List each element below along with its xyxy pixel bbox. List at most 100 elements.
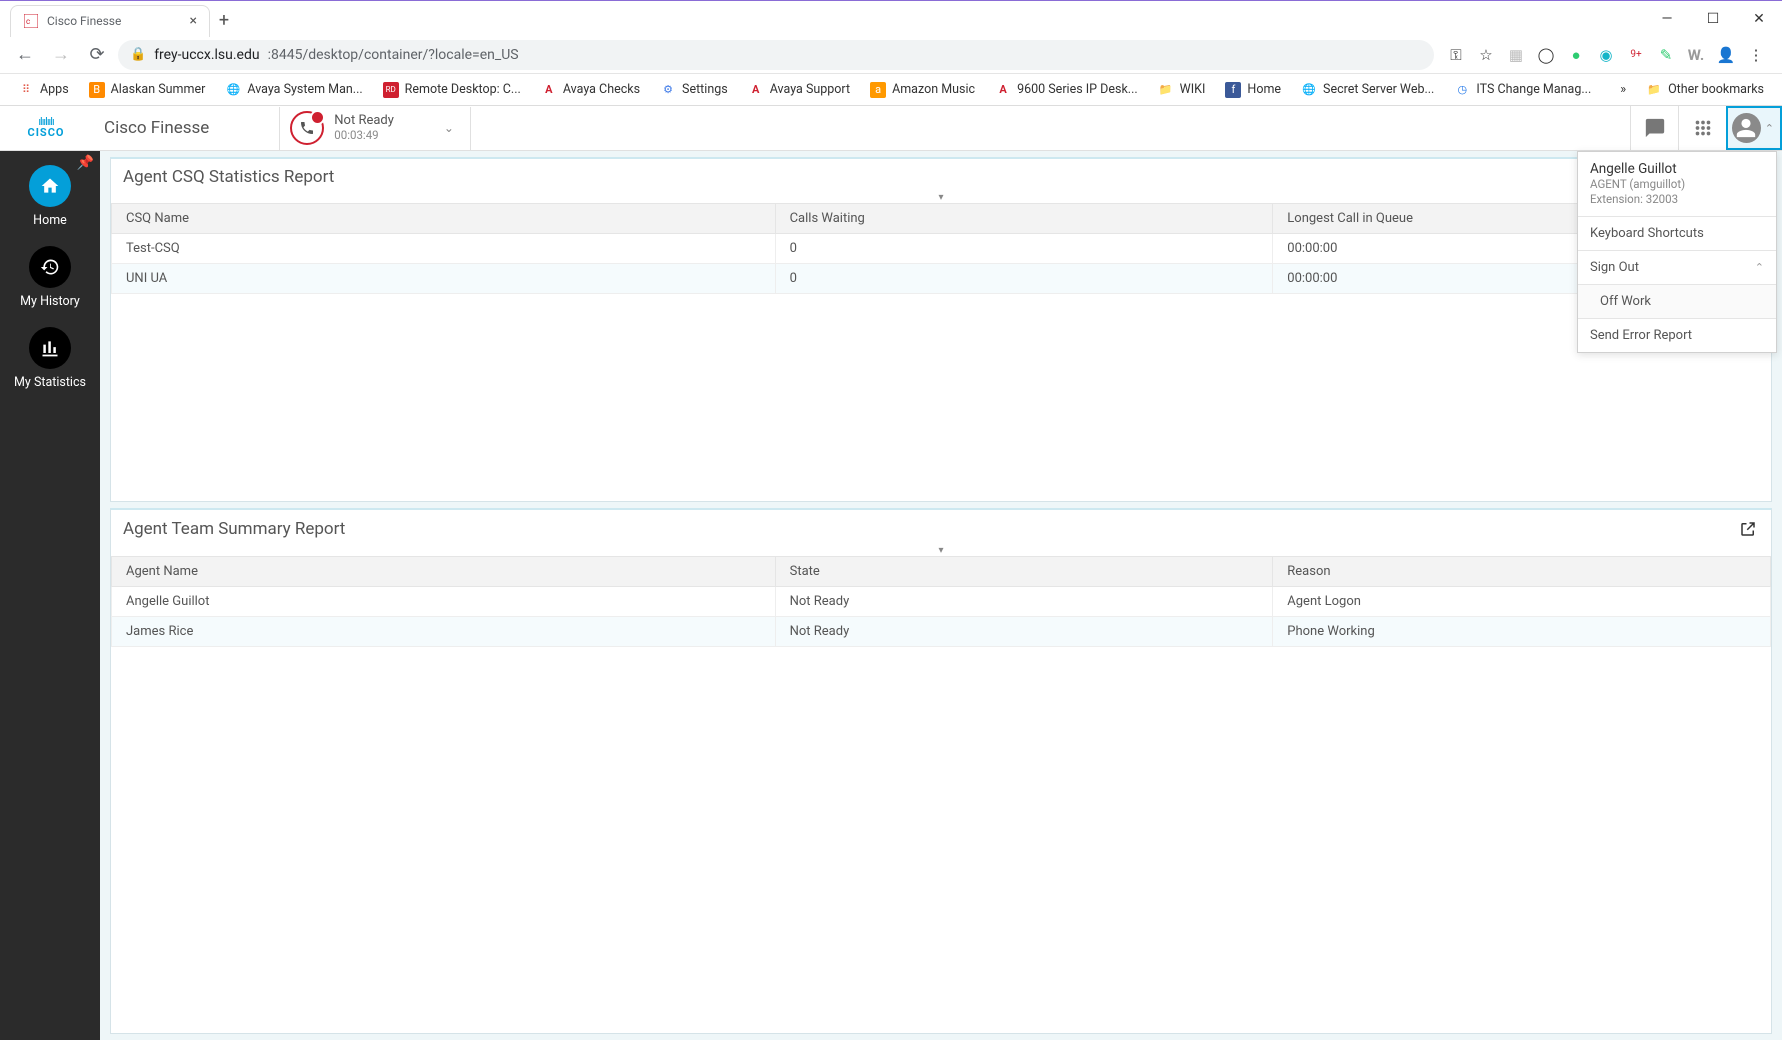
- sidebar-item-history[interactable]: My History: [20, 246, 80, 309]
- svg-text:c: c: [26, 17, 30, 26]
- apps-button[interactable]: ⠿Apps: [10, 77, 77, 103]
- star-icon[interactable]: ☆: [1476, 45, 1496, 65]
- browser-tab[interactable]: c Cisco Finesse ×: [10, 5, 210, 37]
- chat-button[interactable]: [1630, 106, 1678, 150]
- bookmark-icon: A: [995, 82, 1011, 98]
- col-csq-name[interactable]: CSQ Name: [112, 204, 776, 234]
- bookmark-icon: RD: [383, 82, 399, 98]
- dialpad-button[interactable]: [1678, 106, 1726, 150]
- cell: Angelle Guillot: [112, 587, 776, 617]
- csq-table: CSQ Name Calls Waiting Longest Call in Q…: [111, 203, 1771, 294]
- url-path: :8445/desktop/container/?locale=en_US: [268, 47, 519, 63]
- bookmark-item[interactable]: BAlaskan Summer: [81, 77, 214, 103]
- ext-icon-6[interactable]: ✎: [1656, 45, 1676, 65]
- lock-icon: 🔒: [130, 47, 146, 62]
- dropdown-keyboard-shortcuts[interactable]: Keyboard Shortcuts: [1578, 217, 1776, 251]
- cell: 0: [775, 264, 1273, 294]
- cell: UNI UA: [112, 264, 776, 294]
- profile-icon[interactable]: 👤: [1716, 45, 1736, 65]
- folder-icon: 📁: [1646, 82, 1662, 98]
- cisco-logo: ılıılıılı CISCO: [0, 118, 80, 139]
- collapse-handle[interactable]: ▾: [111, 191, 1771, 203]
- user-menu-button[interactable]: ⌃: [1726, 106, 1782, 150]
- table-row: UNI UA 0 00:00:00: [112, 264, 1771, 294]
- forward-button[interactable]: →: [46, 40, 76, 70]
- url-host: frey-uccx.lsu.edu: [154, 47, 259, 63]
- statistics-icon: [29, 327, 71, 369]
- avatar-icon: [1732, 113, 1761, 143]
- col-agent-name[interactable]: Agent Name: [112, 557, 776, 587]
- col-reason[interactable]: Reason: [1273, 557, 1771, 587]
- collapse-handle[interactable]: ▾: [111, 544, 1771, 556]
- team-summary-panel: Agent Team Summary Report ▾ Agent Name S…: [110, 508, 1772, 1034]
- minimize-button[interactable]: —: [1644, 1, 1690, 37]
- dropdown-off-work[interactable]: Off Work: [1578, 285, 1776, 319]
- cell: Not Ready: [775, 617, 1273, 647]
- bookmark-overflow[interactable]: »: [1612, 77, 1634, 103]
- chevron-down-icon: ⌄: [444, 121, 454, 135]
- dropdown-sign-out[interactable]: Sign Out⌃: [1578, 251, 1776, 285]
- reload-button[interactable]: ⟳: [82, 40, 112, 70]
- table-row: James Rice Not Ready Phone Working: [112, 617, 1771, 647]
- bookmarks-bar: ⠿Apps BAlaskan Summer 🌐Avaya System Man.…: [0, 74, 1782, 106]
- bookmark-item[interactable]: AAvaya Checks: [533, 77, 648, 103]
- bookmark-icon: a: [870, 82, 886, 98]
- user-extension: Extension: 32003: [1590, 192, 1764, 207]
- close-window-button[interactable]: ✕: [1736, 1, 1782, 37]
- panel-title: Agent Team Summary Report: [123, 519, 345, 539]
- bookmark-item[interactable]: A9600 Series IP Desk...: [987, 77, 1146, 103]
- agent-state-label: Not Ready: [334, 113, 394, 128]
- chevron-right-icon: »: [1620, 82, 1626, 97]
- ext-icon-4[interactable]: ◉: [1596, 45, 1616, 65]
- key-icon[interactable]: ⚿: [1446, 45, 1466, 65]
- agent-state-timer: 00:03:49: [334, 128, 394, 143]
- ext-icon-7[interactable]: W.: [1686, 45, 1706, 65]
- cell: James Rice: [112, 617, 776, 647]
- sidebar-item-home[interactable]: Home: [29, 165, 71, 228]
- user-role: AGENT (amguillot): [1590, 177, 1764, 192]
- new-tab-button[interactable]: +: [210, 7, 238, 35]
- bookmark-item[interactable]: RDRemote Desktop: C...: [375, 77, 529, 103]
- bookmark-icon: A: [748, 82, 764, 98]
- pin-icon[interactable]: 📌: [77, 155, 94, 171]
- table-row: Test-CSQ 0 00:00:00: [112, 234, 1771, 264]
- col-calls-waiting[interactable]: Calls Waiting: [775, 204, 1273, 234]
- cell: Agent Logon: [1273, 587, 1771, 617]
- table-row: Angelle Guillot Not Ready Agent Logon: [112, 587, 1771, 617]
- address-bar[interactable]: 🔒 frey-uccx.lsu.edu :8445/desktop/contain…: [118, 40, 1434, 70]
- bookmark-item[interactable]: ◷ITS Change Manag...: [1446, 77, 1599, 103]
- user-dropdown: Angelle Guillot AGENT (amguillot) Extens…: [1577, 151, 1777, 353]
- bookmark-icon: f: [1225, 82, 1241, 98]
- bookmark-item[interactable]: 🌐Avaya System Man...: [217, 77, 370, 103]
- window-controls: — ☐ ✕: [1644, 1, 1782, 37]
- globe-icon: 🌐: [225, 82, 241, 98]
- bookmark-item[interactable]: aAmazon Music: [862, 77, 983, 103]
- bookmark-item[interactable]: 📁WIKI: [1150, 77, 1214, 103]
- ext-icon-1[interactable]: ▦: [1506, 45, 1526, 65]
- sidebar-item-label: My History: [20, 294, 80, 309]
- user-name: Angelle Guillot: [1590, 161, 1764, 177]
- maximize-button[interactable]: ☐: [1690, 1, 1736, 37]
- bookmark-icon: ◷: [1454, 82, 1470, 98]
- popout-button[interactable]: [1737, 518, 1759, 540]
- chevron-up-icon: ⌃: [1755, 261, 1764, 274]
- sidebar-item-statistics[interactable]: My Statistics: [14, 327, 86, 390]
- bookmark-item[interactable]: ⚙Settings: [652, 77, 736, 103]
- app-title: Cisco Finesse: [80, 118, 279, 138]
- col-state[interactable]: State: [775, 557, 1273, 587]
- dropdown-send-error-report[interactable]: Send Error Report: [1578, 319, 1776, 352]
- ext-icon-5[interactable]: 9+: [1626, 45, 1646, 65]
- ext-icon-3[interactable]: ●: [1566, 45, 1586, 65]
- agent-state-selector[interactable]: Not Ready 00:03:49 ⌄: [279, 107, 471, 150]
- bookmark-item[interactable]: fHome: [1217, 77, 1289, 103]
- ext-icon-2[interactable]: ◯: [1536, 45, 1556, 65]
- bookmark-item[interactable]: 🌐Secret Server Web...: [1293, 77, 1442, 103]
- bookmark-item[interactable]: AAvaya Support: [740, 77, 858, 103]
- browser-menu-icon[interactable]: ⋮: [1746, 45, 1766, 65]
- sidebar: 📌 Home My History My Statistics: [0, 151, 100, 1040]
- back-button[interactable]: ←: [10, 40, 40, 70]
- other-bookmarks[interactable]: 📁Other bookmarks: [1638, 77, 1772, 103]
- window-titlebar: c Cisco Finesse × + — ☐ ✕: [0, 0, 1782, 36]
- bookmark-icon: A: [541, 82, 557, 98]
- close-tab-icon[interactable]: ×: [190, 13, 197, 29]
